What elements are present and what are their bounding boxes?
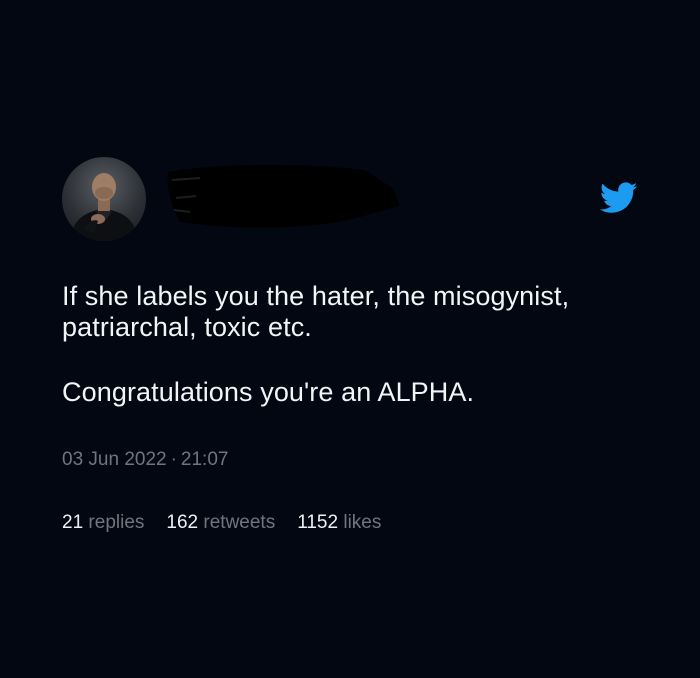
tweet-line-2: patriarchal, toxic etc. <box>62 312 312 342</box>
tweet-date: 03 Jun 2022 <box>62 449 167 470</box>
replies-count: 21 <box>62 512 84 533</box>
likes-count: 1152 <box>297 512 339 533</box>
tweet-time: 21:07 <box>180 449 229 470</box>
likes-stat[interactable]: 1152 likes <box>297 512 381 534</box>
retweets-count: 162 <box>166 512 199 533</box>
tweet-line-3: Congratulations you're an ALPHA. <box>62 377 475 407</box>
avatar[interactable] <box>62 157 146 241</box>
redacted-name-scribble <box>167 165 400 228</box>
retweets-label: retweets <box>203 512 276 533</box>
tweet-card: If she labels you the hater, the misogyn… <box>0 0 700 678</box>
tweet-timestamp[interactable]: 03 Jun 2022 · 21:07 <box>62 449 228 471</box>
tweet-text: If she labels you the hater, the misogyn… <box>62 281 662 408</box>
meta-separator: · <box>170 449 177 470</box>
likes-label: likes <box>343 512 382 533</box>
tweet-line-1: If she labels you the hater, the misogyn… <box>62 281 570 311</box>
replies-stat[interactable]: 21 replies <box>62 512 144 534</box>
avatar-image <box>70 173 138 241</box>
replies-label: replies <box>88 512 145 533</box>
twitter-bird-icon <box>600 182 638 213</box>
tweet-stats: 21 replies 162 retweets 1152 likes <box>62 512 381 534</box>
retweets-stat[interactable]: 162 retweets <box>166 512 275 534</box>
